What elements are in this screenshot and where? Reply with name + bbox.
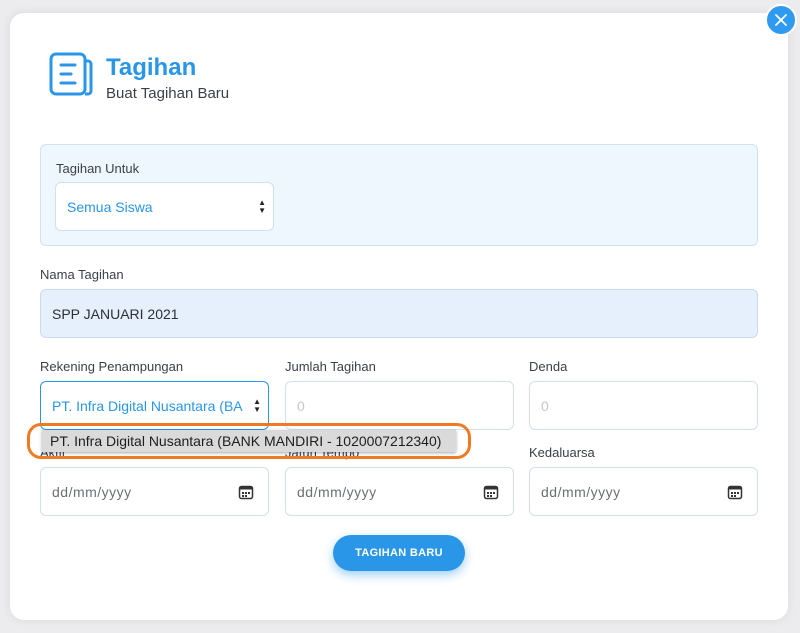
bill-name-label: Nama Tagihan	[40, 267, 124, 282]
close-icon	[775, 14, 787, 26]
account-label: Rekening Penampungan	[40, 359, 184, 374]
bill-target-value: Semua Siswa	[67, 198, 153, 215]
active-date-placeholder: dd/mm/yyyy	[52, 483, 132, 500]
account-value: PT. Infra Digital Nusantara (BA	[52, 397, 243, 414]
expiry-date-label: Kedaluarsa	[529, 445, 595, 460]
bill-target-select[interactable]: Semua Siswa ▲ ▼	[55, 182, 274, 231]
calendar-icon[interactable]	[483, 484, 499, 500]
close-button[interactable]	[765, 4, 797, 36]
due-date-input[interactable]: dd/mm/yyyy	[285, 467, 514, 516]
expiry-date-input[interactable]: dd/mm/yyyy	[529, 467, 758, 516]
due-date-placeholder: dd/mm/yyyy	[297, 483, 377, 500]
expiry-date-placeholder: dd/mm/yyyy	[541, 483, 621, 500]
calendar-icon[interactable]	[238, 484, 254, 500]
account-dropdown-option[interactable]: PT. Infra Digital Nusantara (BANK MANDIR…	[42, 430, 456, 452]
select-arrows-icon: ▲ ▼	[258, 197, 266, 215]
penalty-placeholder: 0	[541, 397, 549, 414]
bill-name-input[interactable]: SPP JANUARI 2021	[40, 289, 758, 338]
document-icon	[49, 52, 93, 96]
active-date-input[interactable]: dd/mm/yyyy	[40, 467, 269, 516]
account-select[interactable]: PT. Infra Digital Nusantara (BA ▲ ▼	[40, 381, 269, 430]
penalty-label: Denda	[529, 359, 568, 374]
bill-name-value: SPP JANUARI 2021	[52, 305, 179, 322]
select-arrows-icon: ▲ ▼	[253, 396, 261, 414]
page-subtitle: Buat Tagihan Baru	[106, 85, 230, 102]
bill-amount-input[interactable]: 0	[285, 381, 514, 430]
create-bill-button[interactable]: TAGIHAN BARU	[333, 535, 465, 571]
bill-amount-placeholder: 0	[297, 397, 305, 414]
bill-target-label: Tagihan Untuk	[56, 161, 140, 176]
penalty-input[interactable]: 0	[529, 381, 758, 430]
calendar-icon[interactable]	[727, 484, 743, 500]
page-title: Tagihan	[106, 54, 197, 81]
bill-amount-label: Jumlah Tagihan	[285, 359, 376, 374]
